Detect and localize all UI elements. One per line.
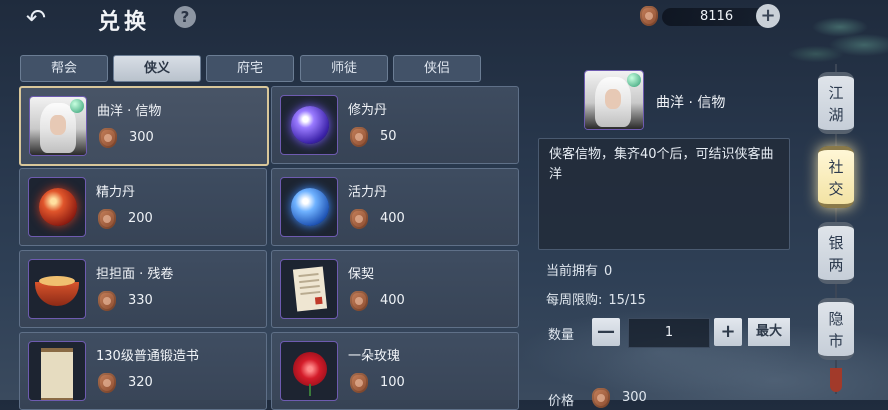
item-grid: 曲洋 · 信物 300 修为丹 50 精力丹 200 活力丹 400 担担面 ·… [19, 86, 519, 410]
scroll-icon [41, 348, 73, 400]
item-card[interactable]: 活力丹 400 [271, 168, 519, 246]
item-card[interactable]: 保契 400 [271, 250, 519, 328]
jade-badge-icon [627, 73, 641, 87]
item-price: 400 [380, 293, 405, 308]
item-name: 130级普通锻造书 [96, 349, 199, 364]
tassel-decoration [830, 368, 842, 392]
item-price: 330 [128, 293, 153, 308]
item-price: 300 [129, 130, 154, 145]
item-card[interactable]: 130级普通锻造书 320 [19, 332, 267, 410]
side-menu-label: 江湖 [828, 84, 844, 124]
coin-pouch-icon [592, 388, 610, 408]
weekly-limit-value: 15/15 [608, 293, 646, 308]
add-currency-button[interactable]: + [756, 4, 780, 28]
tab-chivalry[interactable]: 侠义 [113, 55, 201, 82]
side-menu-label: 隐市 [828, 310, 844, 350]
item-price: 100 [380, 375, 405, 390]
back-arrow-icon[interactable]: ↶ [14, 4, 58, 32]
item-name: 精力丹 [96, 185, 136, 200]
coin-pouch-icon [640, 6, 658, 26]
item-name: 曲洋 · 信物 [97, 104, 162, 119]
price-label: 价格 [548, 394, 575, 409]
item-name: 保契 [348, 267, 375, 282]
side-menu-hidden-market[interactable]: 隐市 [818, 298, 854, 360]
item-thumbnail [29, 96, 87, 156]
item-thumbnail [280, 95, 338, 155]
red-orb-icon [39, 188, 77, 226]
quantity-decrease-button[interactable]: — [592, 318, 620, 346]
rose-icon [293, 352, 327, 396]
quantity-increase-button[interactable]: + [714, 318, 742, 346]
item-name: 担担面 · 残卷 [96, 267, 174, 282]
currency-amount: 8116 [700, 9, 734, 24]
noodle-bowl-icon [35, 276, 79, 306]
item-card[interactable]: 精力丹 200 [19, 168, 267, 246]
item-thumbnail [28, 341, 86, 401]
side-menu-label: 社交 [828, 158, 844, 198]
item-detail-panel: 曲洋 · 信物 侠客信物，集齐40个后，可结识侠客曲洋 当前拥有 0 每周限购: 1… [536, 70, 790, 409]
jade-badge-icon [70, 99, 84, 113]
item-card[interactable]: 担担面 · 残卷 330 [19, 250, 267, 328]
weekly-limit-label: 每周限购: [546, 293, 603, 308]
price-value: 300 [622, 390, 647, 405]
owned-value: 0 [604, 264, 613, 279]
owned-row: 当前拥有 0 [546, 260, 612, 279]
weekly-limit-row: 每周限购: 15/15 [546, 289, 646, 308]
purple-orb-icon [291, 106, 329, 144]
item-thumbnail [280, 177, 338, 237]
coin-pouch-icon [98, 209, 116, 229]
item-price: 400 [380, 211, 405, 226]
tab-guild[interactable]: 帮会 [20, 55, 108, 82]
description-box: 侠客信物，集齐40个后，可结识侠客曲洋 [538, 138, 790, 250]
tab-partner[interactable]: 侠侣 [393, 55, 481, 82]
coin-pouch-icon [350, 373, 368, 393]
blue-orb-icon [291, 188, 329, 226]
item-thumbnail [28, 177, 86, 237]
item-card[interactable]: 修为丹 50 [271, 86, 519, 164]
item-name: 修为丹 [348, 103, 388, 118]
coin-pouch-icon [350, 127, 368, 147]
help-icon[interactable]: ? [174, 6, 196, 28]
max-quantity-button[interactable]: 最大 [748, 318, 790, 346]
coin-pouch-icon [98, 291, 116, 311]
coin-pouch-icon [350, 209, 368, 229]
item-price: 50 [380, 129, 397, 144]
quantity-label: 数量 [548, 328, 575, 343]
owned-label: 当前拥有 [546, 264, 599, 279]
quantity-input[interactable]: 1 [628, 318, 710, 348]
tab-mansion[interactable]: 府宅 [206, 55, 294, 82]
page-title: 兑换 [98, 9, 151, 35]
coin-pouch-icon [98, 373, 116, 393]
tab-mentor[interactable]: 师徒 [300, 55, 388, 82]
coin-pouch-icon [99, 128, 117, 148]
contract-paper-icon [292, 266, 328, 312]
side-menu-label: 银两 [828, 234, 844, 274]
detail-thumbnail [584, 70, 644, 130]
side-menu-jianghu[interactable]: 江湖 [818, 72, 854, 134]
item-thumbnail [280, 259, 338, 319]
item-name: 活力丹 [348, 185, 388, 200]
item-price: 200 [128, 211, 153, 226]
item-card[interactable]: 曲洋 · 信物 300 [19, 86, 269, 166]
item-thumbnail [280, 341, 338, 401]
item-card[interactable]: 一朵玫瑰 100 [271, 332, 519, 410]
item-description: 侠客信物，集齐40个后，可结识侠客曲洋 [549, 147, 774, 182]
item-thumbnail [28, 259, 86, 319]
item-price: 320 [128, 375, 153, 390]
side-menu-social[interactable]: 社交 [818, 146, 854, 208]
side-menu-silver[interactable]: 银两 [818, 222, 854, 284]
detail-item-name: 曲洋 · 信物 [656, 95, 726, 111]
coin-pouch-icon [350, 291, 368, 311]
item-name: 一朵玫瑰 [348, 349, 401, 364]
